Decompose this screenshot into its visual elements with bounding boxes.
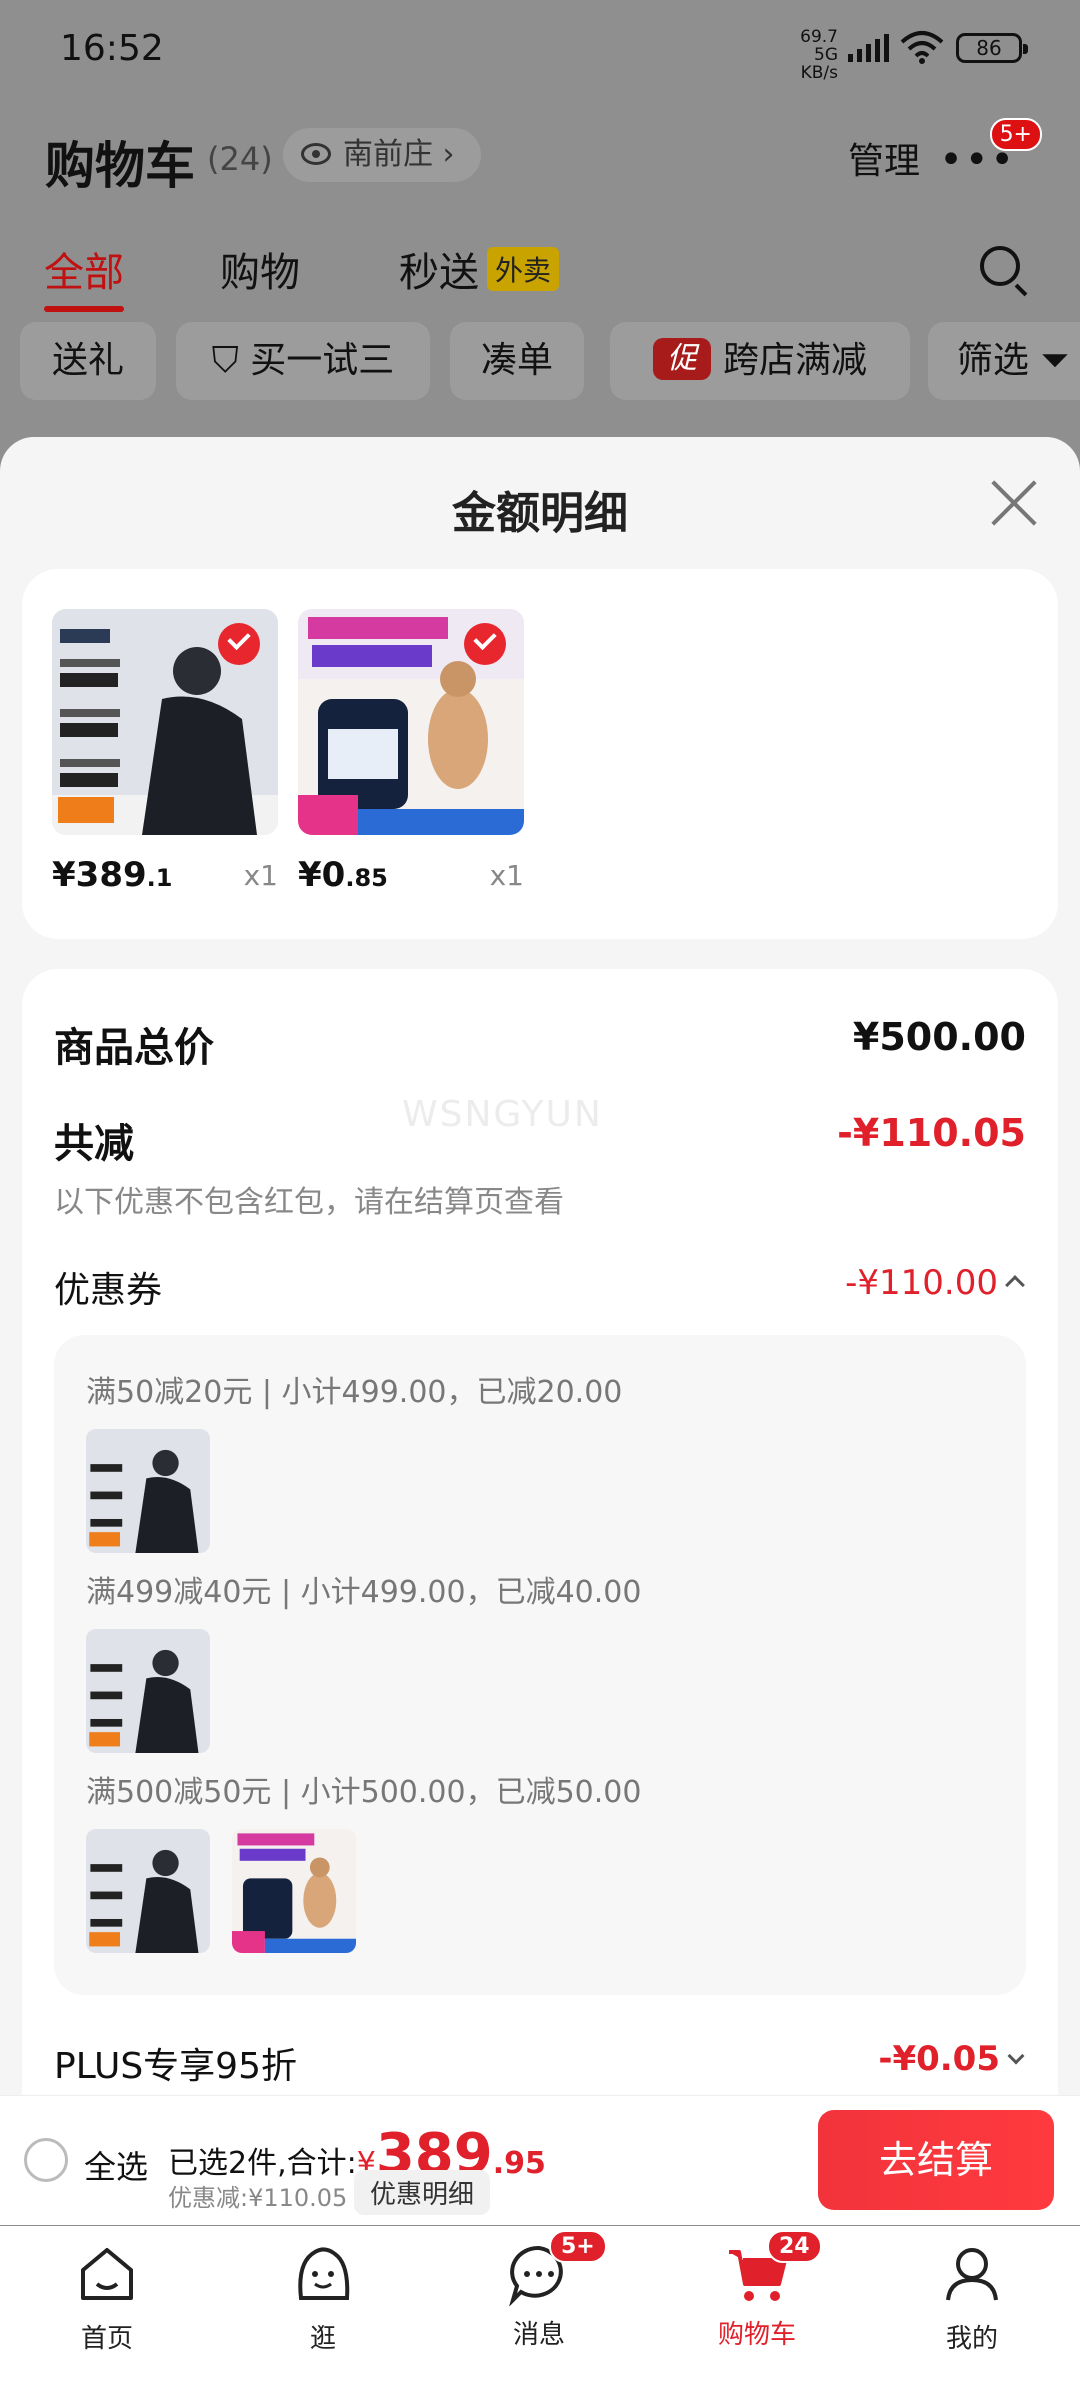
cart-tabs: 全部 购物 秒送 外卖 (44, 240, 1044, 312)
chip-filter[interactable]: 筛选 ⏷ (928, 322, 1080, 400)
coupon-label: 优惠券 (54, 1270, 163, 1311)
eye-icon (301, 143, 331, 165)
cart-count: (24) (207, 140, 273, 178)
product-quantity: x1 (489, 859, 524, 892)
tab-shopping[interactable]: 购物 (220, 240, 300, 298)
discount-summary: 优惠减:¥110.05 (168, 2184, 348, 2212)
discount-value: -¥110.05 (837, 1111, 1026, 1155)
coupon-rule: 满499减40元 | 小计499.00，已减40.00 (86, 1575, 642, 1610)
total-label: 商品总价 (54, 1025, 214, 1071)
cart-badge: 24 (767, 2230, 822, 2263)
nav-browse[interactable]: 逛 (253, 2242, 393, 2355)
net-speed: 69.7 5G KB/s (800, 27, 838, 83)
signal-icon (848, 34, 889, 62)
discount-hint: 以下优惠不包含红包，请在结算页查看 (54, 1185, 564, 1220)
total-value: ¥500.00 (852, 1015, 1026, 1059)
manage-button[interactable]: 管理 (848, 132, 920, 184)
coupon-toggle[interactable]: -¥110.00 (845, 1263, 1025, 1303)
tab-instant[interactable]: 秒送 外卖 (399, 240, 560, 298)
more-menu-icon[interactable]: ••• (939, 140, 1016, 180)
supplement-thumbnail (232, 1829, 356, 1953)
nav-messages[interactable]: 5+ 消息 (469, 2230, 609, 2351)
sheet-title: 金额明细 (452, 488, 628, 539)
chevron-down-icon (1007, 2047, 1025, 2065)
close-icon[interactable] (990, 479, 1038, 527)
status-time: 16:52 (60, 28, 164, 69)
product-price: ¥389.1 (52, 855, 173, 895)
nav-home[interactable]: 首页 (37, 2242, 177, 2355)
coupon-rule: 满50减20元 | 小计499.00，已减20.00 (86, 1375, 623, 1410)
discount-detail-button[interactable]: 优惠明细 (354, 2170, 491, 2215)
chevron-up-icon (1005, 1275, 1025, 1295)
selected-products-card: ¥389.1 x1 ¥0.85 x1 (22, 569, 1058, 939)
promo-tag: 促 (652, 338, 711, 380)
amount-detail-sheet: 金额明细 ¥389.1 x1 ¥0.85 x1 商品总价 ¥500.00 WSN… (0, 437, 1080, 2097)
discount-label: 共减 (54, 1121, 134, 1167)
jacket-thumbnail (86, 1829, 210, 1953)
checkout-bar: 全选 已选2件,合计:¥389.95 优惠减:¥110.05 优惠明细 去结算 (0, 2095, 1080, 2225)
nav-profile[interactable]: 我的 (902, 2242, 1042, 2355)
search-icon[interactable] (980, 246, 1020, 286)
messages-badge: 5+ (549, 2230, 607, 2263)
select-all-radio[interactable] (24, 2138, 68, 2182)
wifi-icon (900, 31, 944, 64)
location-selector[interactable]: 南前庄 › (283, 128, 481, 182)
product-price: ¥0.85 (298, 855, 388, 895)
home-icon (81, 2248, 133, 2300)
checkout-button[interactable]: 去结算 (818, 2110, 1054, 2210)
chip-gift[interactable]: 送礼 (20, 322, 156, 400)
chip-cross-store[interactable]: 促跨店满减 (610, 322, 910, 400)
selected-check-icon (464, 623, 506, 665)
plus-discount-label: PLUS专享95折 (54, 2046, 297, 2087)
page-title: 购物车 (45, 137, 195, 195)
coupon-rule: 满500减50元 | 小计500.00，已减50.00 (86, 1775, 642, 1810)
jacket-thumbnail (86, 1429, 210, 1553)
filter-chips: 送礼 ⛉ 买一试三 凑单 促跨店满减 筛选 ⏷ (20, 322, 1080, 402)
status-bar: 16:52 69.7 5G KB/s 86 (0, 0, 1080, 100)
coupon-detail-box: 满50减20元 | 小计499.00，已减20.00 满499减40元 | 小计… (54, 1335, 1026, 1995)
nav-cart[interactable]: 24 购物车 (687, 2230, 827, 2351)
battery-indicator: 86 (956, 33, 1028, 63)
bottom-nav: 首页 逛 5+ 消息 24 购物车 我的 (0, 2226, 1080, 2400)
jacket-thumbnail (86, 1629, 210, 1753)
chip-try[interactable]: ⛉ 买一试三 (176, 322, 430, 400)
plus-discount-toggle[interactable]: -¥0.05 (878, 2039, 1025, 2079)
more-badge: 5+ (989, 118, 1042, 151)
selected-check-icon (218, 623, 260, 665)
cart-header: 购物车 (24) 南前庄 › 管理 ••• 5+ (45, 118, 1050, 195)
profile-icon (946, 2248, 998, 2301)
chip-bundle[interactable]: 凑单 (450, 322, 584, 400)
select-all-label[interactable]: 全选 (84, 2142, 148, 2188)
takeout-tag: 外卖 (487, 247, 560, 291)
background-page: 16:52 69.7 5G KB/s 86 购物车 (24) 南前庄 › 管理 … (0, 0, 1080, 460)
product-quantity: x1 (243, 859, 278, 892)
tab-all[interactable]: 全部 (44, 240, 124, 312)
watermark: WSNGYUN (402, 1094, 603, 1135)
price-breakdown-card: 商品总价 ¥500.00 WSNGYUN 共减 -¥110.05 以下优惠不包含… (22, 969, 1058, 2097)
browse-icon (298, 2247, 350, 2300)
